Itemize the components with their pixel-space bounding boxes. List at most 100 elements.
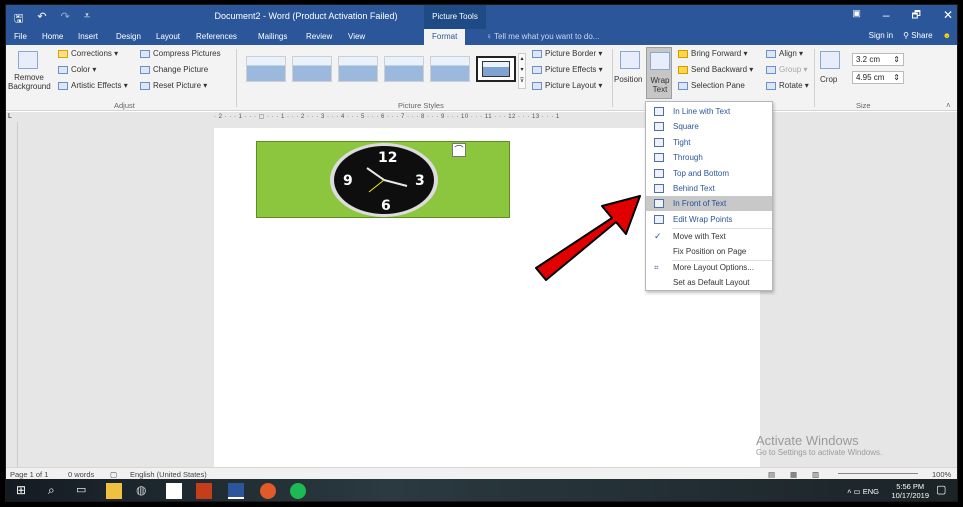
tab-format[interactable]: Format <box>424 29 466 45</box>
color-button[interactable]: Color ▾ <box>58 65 96 74</box>
read-mode-icon[interactable]: ▤ <box>768 470 775 479</box>
menu-item-behind-text[interactable]: Behind Text <box>646 181 772 196</box>
tab-insert[interactable]: Insert <box>78 32 98 41</box>
maximize-button[interactable]: 🗗 <box>912 8 921 25</box>
width-spinner-icon[interactable]: ⇕ <box>893 73 900 82</box>
tab-view[interactable]: View <box>348 32 365 41</box>
crop-button[interactable]: Crop <box>820 75 837 84</box>
artistic-effects-button[interactable]: Artistic Effects ▾ <box>58 81 128 90</box>
menu-item-fix-position[interactable]: Fix Position on Page <box>646 244 772 259</box>
tell-me-search[interactable]: ♀ Tell me what you want to do... <box>486 32 599 41</box>
position-button[interactable]: Position <box>614 75 642 84</box>
picture-style-6[interactable] <box>476 56 516 82</box>
zoom-slider[interactable] <box>838 473 918 474</box>
menu-item-edit-wrap-points[interactable]: Edit Wrap Points <box>646 212 772 227</box>
height-spinner-icon[interactable]: ⇕ <box>893 55 900 64</box>
word-window: 🖫 ↶ ↷ ⩡ Document2 - Word (Product Activa… <box>5 4 958 502</box>
remove-background-button[interactable]: Remove Background <box>8 73 51 91</box>
height-field[interactable]: 3.2 cm ⇕ <box>852 53 904 66</box>
picture-effects-button[interactable]: Picture Effects ▾ <box>532 65 603 74</box>
minimize-button[interactable]: – <box>883 8 890 25</box>
windows-start-icon[interactable]: ⊞ <box>16 483 32 499</box>
align-button[interactable]: Align ▾ <box>766 49 803 58</box>
menu-item-top-and-bottom[interactable]: Top and Bottom <box>646 166 772 181</box>
tab-file[interactable]: File <box>14 32 27 41</box>
picture-border-button[interactable]: Picture Border ▾ <box>532 49 602 58</box>
picture-style-3[interactable] <box>338 56 378 82</box>
svg-text:9: 9 <box>343 173 353 189</box>
task-view-icon[interactable]: ▭ <box>76 483 92 499</box>
tab-references[interactable]: References <box>196 32 237 41</box>
picture-style-4[interactable] <box>384 56 424 82</box>
compress-pictures-button[interactable]: Compress Pictures <box>140 49 221 58</box>
tray-chevron-icon[interactable]: ˄ <box>847 487 851 496</box>
corrections-button[interactable]: Corrections ▾ <box>58 49 118 58</box>
menu-item-tight[interactable]: Tight <box>646 135 772 150</box>
globe-icon[interactable]: ◍ <box>136 483 152 499</box>
taskbar-clock[interactable]: 5:56 PM 10/17/2019 <box>891 482 929 500</box>
layout-options-icon[interactable]: ⌒ <box>452 143 466 157</box>
spotify-icon[interactable] <box>290 483 306 499</box>
remove-background-icon[interactable] <box>18 51 38 69</box>
tab-home[interactable]: Home <box>42 32 63 41</box>
group-button[interactable]: Group ▾ <box>766 65 807 74</box>
clock-picture[interactable]: 12 9 3 6 <box>256 141 510 218</box>
reset-picture-button[interactable]: Reset Picture ▾ <box>140 81 207 90</box>
web-layout-icon[interactable]: ▥ <box>812 470 819 479</box>
send-backward-button[interactable]: Send Backward ▾ <box>678 65 753 74</box>
picture-style-2[interactable] <box>292 56 332 82</box>
chrome-icon[interactable] <box>260 483 276 499</box>
page-count[interactable]: Page 1 of 1 <box>10 470 48 479</box>
language-indicator[interactable]: English (United States) <box>130 470 207 479</box>
system-tray: ˄ ▭ ENG <box>847 487 879 496</box>
change-picture-button[interactable]: Change Picture <box>140 65 208 74</box>
menu-item-through[interactable]: Through <box>646 150 772 165</box>
sign-in-link[interactable]: Sign in <box>869 31 893 40</box>
share-button[interactable]: ⚲ Share <box>903 31 932 40</box>
vertical-ruler <box>6 122 18 467</box>
width-field[interactable]: 4.95 cm ⇕ <box>852 71 904 84</box>
ribbon-options-icon[interactable]: ▣ <box>852 8 861 25</box>
search-icon[interactable]: ⌕ <box>48 483 64 499</box>
powerpoint-icon[interactable] <box>196 483 212 499</box>
styles-gallery-scroll[interactable]: ▴ ▾ ⊽ <box>518 53 526 89</box>
wrap-text-button[interactable]: Wrap Text <box>646 47 672 99</box>
store-icon[interactable] <box>166 483 182 499</box>
tab-review[interactable]: Review <box>306 32 332 41</box>
menu-item-in-line[interactable]: In Line with Text <box>646 104 772 119</box>
file-explorer-icon[interactable] <box>106 483 122 499</box>
menu-item-square[interactable]: Square <box>646 119 772 134</box>
tab-design[interactable]: Design <box>116 32 141 41</box>
battery-icon[interactable]: ▭ <box>854 487 861 496</box>
proofing-icon[interactable]: ▢ <box>110 470 117 479</box>
tab-mailings[interactable]: Mailings <box>258 32 287 41</box>
language-tray[interactable]: ENG <box>863 487 879 496</box>
picture-style-1[interactable] <box>246 56 286 82</box>
layout-icon <box>532 81 542 90</box>
position-icon[interactable] <box>620 51 640 69</box>
word-count[interactable]: 0 words <box>68 470 94 479</box>
menu-item-in-front-of-text[interactable]: In Front of Text <box>646 196 772 211</box>
menu-item-move-with-text[interactable]: ✓ Move with Text <box>646 229 772 244</box>
sun-icon <box>58 49 68 58</box>
tab-selector-icon[interactable]: L <box>8 113 12 120</box>
zoom-level[interactable]: 100% <box>932 470 951 479</box>
smiley-icon[interactable]: ☻ <box>943 31 951 40</box>
tab-layout[interactable]: Layout <box>156 32 180 41</box>
print-layout-icon[interactable]: ▦ <box>790 470 797 479</box>
effects-icon <box>532 65 542 74</box>
picture-style-5[interactable] <box>430 56 470 82</box>
rotate-button[interactable]: Rotate ▾ <box>766 81 809 90</box>
menu-item-more-layout-options[interactable]: ⌗ More Layout Options... <box>646 260 772 275</box>
picture-layout-button[interactable]: Picture Layout ▾ <box>532 81 602 90</box>
bring-forward-button[interactable]: Bring Forward ▾ <box>678 49 748 58</box>
menu-item-set-default[interactable]: Set as Default Layout <box>646 275 772 290</box>
notifications-icon[interactable]: ▢ <box>936 483 952 499</box>
collapse-ribbon-icon[interactable]: ˄ <box>946 101 951 110</box>
selection-pane-button[interactable]: Selection Pane <box>678 81 745 90</box>
separator <box>814 49 815 107</box>
crop-icon[interactable] <box>820 51 840 69</box>
artistic-icon <box>58 81 68 90</box>
word-taskbar-icon[interactable] <box>228 483 244 499</box>
close-button[interactable]: ✕ <box>943 8 953 25</box>
